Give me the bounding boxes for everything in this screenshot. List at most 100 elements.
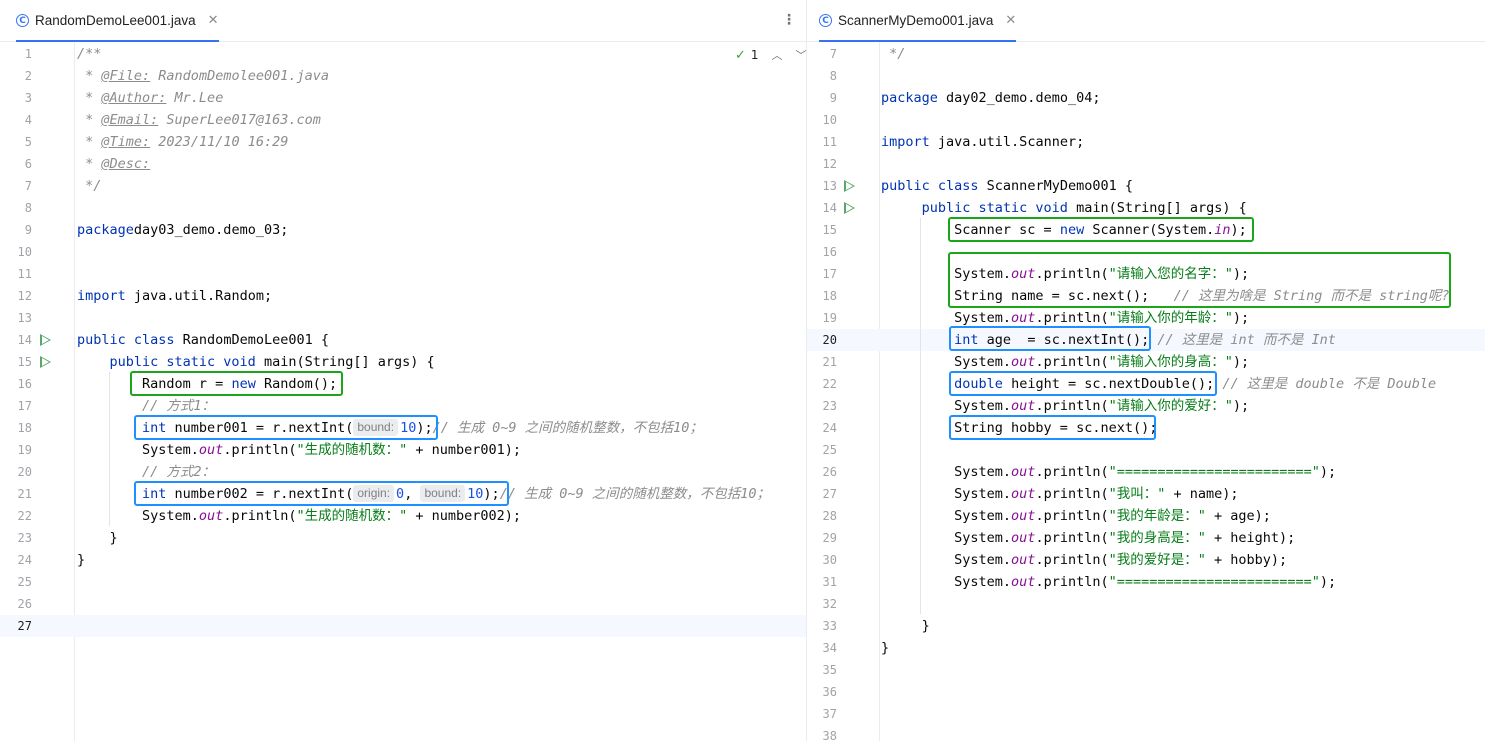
code-token: out — [1011, 266, 1036, 282]
code-line[interactable]: 19 System.out.println("请输入你的年龄："); — [807, 307, 1485, 329]
code-line[interactable]: 26 — [0, 593, 806, 615]
code-line[interactable]: 23 } — [0, 527, 806, 549]
code-line[interactable]: 1 /** — [0, 43, 806, 65]
code-line[interactable]: 14 public class RandomDemoLee001 { — [0, 329, 806, 351]
code-line[interactable]: 13 public class ScannerMyDemo001 { — [807, 175, 1485, 197]
code-token: System. — [881, 398, 1012, 414]
code-line[interactable]: 26 System.out.println("=================… — [807, 461, 1485, 483]
code-line[interactable]: 17 // 方式1： — [0, 395, 806, 417]
java-class-icon: C — [16, 14, 29, 27]
code-line[interactable]: 28 System.out.println("我的年龄是：" + age); — [807, 505, 1485, 527]
code-token: */ — [881, 46, 906, 62]
line-number: 24 — [822, 421, 837, 435]
code-line[interactable]: 13 — [0, 307, 806, 329]
code-token: 2023/11/10 16:29 — [150, 134, 289, 150]
close-icon[interactable]: ✕ — [1005, 13, 1016, 28]
code-line[interactable]: 18 String name = sc.next(); // 这里为啥是 Str… — [807, 285, 1485, 307]
code-line[interactable]: 31 System.out.println("=================… — [807, 571, 1485, 593]
code-text: int number001 = r.nextInt(bound: 10);// 生… — [77, 417, 703, 439]
code-token: // 这里为啥是 String 而不是 string呢? — [1173, 288, 1450, 304]
code-line[interactable]: 9 packageday03_demo.demo_03; — [0, 219, 806, 241]
code-line[interactable]: 24 String hobby = sc.next(); — [807, 417, 1485, 439]
code-line[interactable]: 5 * @Time: 2023/11/10 16:29 — [0, 131, 806, 153]
code-line[interactable]: 20 // 方式2： — [0, 461, 806, 483]
code-line[interactable]: 11 — [0, 263, 806, 285]
code-line[interactable]: 16 — [807, 241, 1485, 263]
code-line[interactable]: 15 public static void main(String[] args… — [0, 351, 806, 373]
code-token: ); — [1230, 222, 1247, 238]
line-number: 11 — [822, 135, 837, 149]
tab-scanner-demo[interactable]: C ScannerMyDemo001.java ✕ — [819, 0, 1017, 42]
code-line[interactable]: 19 System.out.println("生成的随机数：" + number… — [0, 439, 806, 461]
run-icon[interactable] — [40, 356, 51, 368]
code-line[interactable]: 18 int number001 = r.nextInt(bound: 10);/… — [0, 417, 806, 439]
run-icon[interactable] — [844, 202, 855, 214]
code-line[interactable]: 21 System.out.println("请输入你的身高："); — [807, 351, 1485, 373]
more-options-icon[interactable]: ⋮ — [782, 12, 796, 28]
code-line[interactable]: 6 * @Desc: — [0, 153, 806, 175]
code-line[interactable]: 7 */ — [807, 43, 1485, 65]
code-token: ScannerMyDemo001 { — [978, 178, 1133, 194]
code-text: System.out.println("请输入你的爱好："); — [881, 395, 1249, 417]
code-line[interactable]: 17 System.out.println("请输入您的名字："); — [807, 263, 1485, 285]
tab-label: ScannerMyDemo001.java — [838, 13, 994, 28]
code-text: * @File: RandomDemolee001.java — [77, 65, 329, 87]
code-text: // 方式2： — [77, 461, 215, 483]
indent-guide — [109, 372, 110, 526]
code-line[interactable]: 8 — [0, 197, 806, 219]
code-line[interactable]: 35 — [807, 659, 1485, 681]
line-number: 7 — [24, 179, 32, 193]
code-line[interactable]: 16 Random r = new Random(); — [0, 373, 806, 395]
code-line[interactable]: 10 — [807, 109, 1485, 131]
code-line[interactable]: 2 * @File: RandomDemolee001.java — [0, 65, 806, 87]
code-line[interactable]: 37 — [807, 703, 1485, 725]
code-line[interactable]: 22 double height = sc.nextDouble(); // 这… — [807, 373, 1485, 395]
code-line[interactable]: 27 — [0, 615, 806, 637]
code-line[interactable]: 27 System.out.println("我叫：" + name); — [807, 483, 1485, 505]
line-number: 18 — [17, 421, 32, 435]
code-line[interactable]: 12 import java.util.Random; — [0, 285, 806, 307]
code-line[interactable]: 8 — [807, 65, 1485, 87]
code-line[interactable]: 22 System.out.println("生成的随机数：" + number… — [0, 505, 806, 527]
code-text: */ — [881, 43, 905, 65]
code-line[interactable]: 9 package day02_demo.demo_04; — [807, 87, 1485, 109]
code-text: int number002 = r.nextInt(origin: 0, boun… — [77, 483, 770, 505]
code-line[interactable]: 23 System.out.println("请输入你的爱好："); — [807, 395, 1485, 417]
code-line[interactable]: 34} — [807, 637, 1485, 659]
code-line[interactable]: 12 — [807, 153, 1485, 175]
code-line[interactable]: 32 — [807, 593, 1485, 615]
code-line[interactable]: 25 — [0, 571, 806, 593]
code-line[interactable]: 25 — [807, 439, 1485, 461]
line-number: 6 — [24, 157, 32, 171]
code-line[interactable]: 33 } — [807, 615, 1485, 637]
code-token: out — [1011, 464, 1036, 480]
code-token: .println( — [1035, 530, 1109, 546]
code-line[interactable]: 30 System.out.println("我的爱好是：" + hobby); — [807, 549, 1485, 571]
line-number: 9 — [24, 223, 32, 237]
code-line[interactable]: 29 System.out.println("我的身高是：" + height)… — [807, 527, 1485, 549]
code-line[interactable]: 14 public static void main(String[] args… — [807, 197, 1485, 219]
code-text: System.out.println("我的爱好是：" + hobby); — [881, 549, 1287, 571]
code-line[interactable]: 38 — [807, 725, 1485, 741]
code-token: /** — [77, 46, 102, 62]
code-line[interactable]: 20 int age = sc.nextInt(); // 这里是 int 而不… — [807, 329, 1485, 351]
line-number: 20 — [822, 333, 837, 347]
code-token: "我的爱好是：" — [1108, 552, 1206, 568]
code-line[interactable]: 24} — [0, 549, 806, 571]
code-line[interactable]: 11 import java.util.Scanner; — [807, 131, 1485, 153]
close-icon[interactable]: ✕ — [208, 13, 219, 28]
code-line[interactable]: 36 — [807, 681, 1485, 703]
code-line[interactable]: 15 Scanner sc = new Scanner(System.in); — [807, 219, 1485, 241]
tab-random-demo[interactable]: C RandomDemoLee001.java ✕ — [16, 0, 219, 42]
line-number: 14 — [17, 333, 32, 347]
run-icon[interactable] — [844, 180, 855, 192]
code-token: .println( — [1035, 508, 1109, 524]
code-line[interactable]: 10 — [0, 241, 806, 263]
run-icon[interactable] — [40, 334, 51, 346]
code-token: @Author: — [101, 90, 167, 106]
code-line[interactable]: 7 */ — [0, 175, 806, 197]
code-line[interactable]: 3 * @Author: Mr.Lee — [0, 87, 806, 109]
code-line[interactable]: 4 * @Email: SuperLee017@163.com — [0, 109, 806, 131]
code-line[interactable]: 21 int number002 = r.nextInt(origin: 0, b… — [0, 483, 806, 505]
line-number: 14 — [822, 201, 837, 215]
